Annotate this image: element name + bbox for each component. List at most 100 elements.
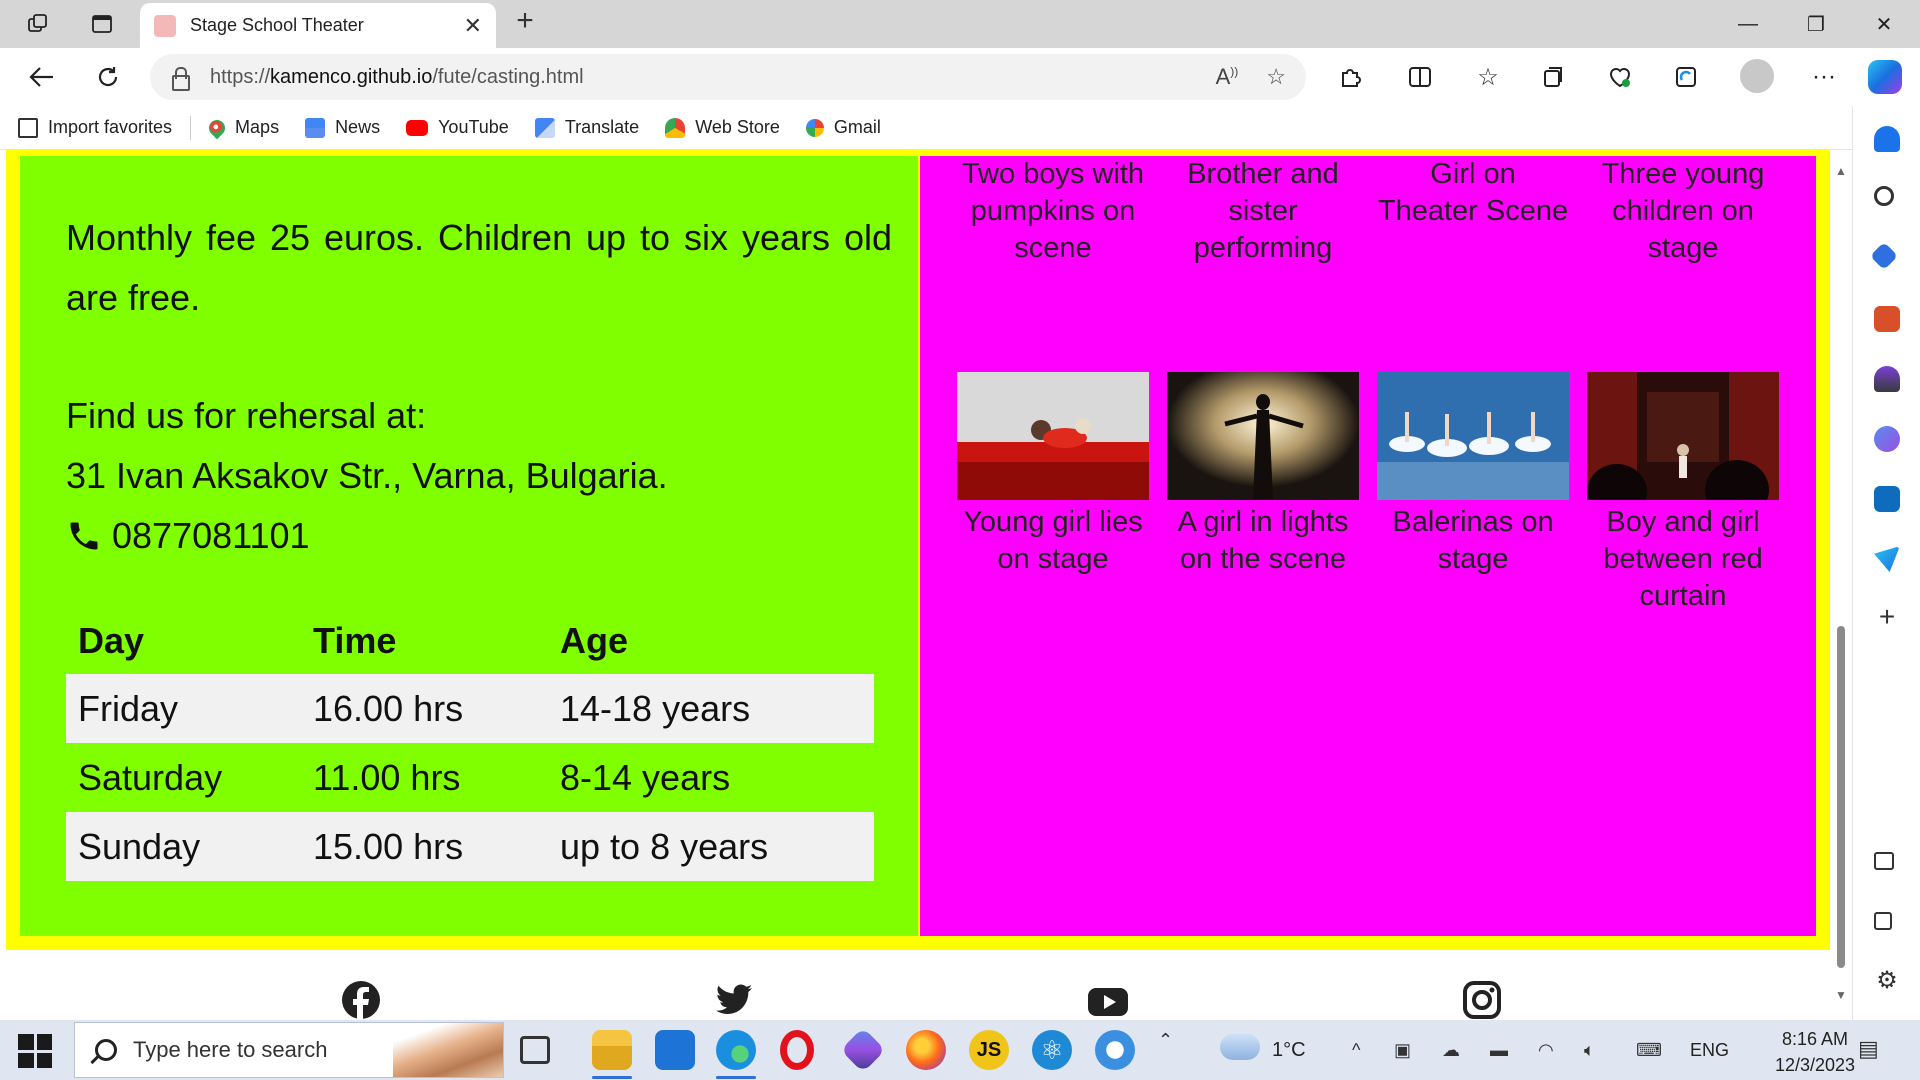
gallery-image-young-girl-lies[interactable] xyxy=(957,372,1149,500)
tools-icon[interactable] xyxy=(1874,306,1900,332)
favorite-gmail[interactable]: Gmail xyxy=(805,117,881,138)
edge-browser-icon[interactable] xyxy=(716,1030,756,1070)
search-icon[interactable] xyxy=(1874,186,1894,206)
workspaces-icon[interactable] xyxy=(14,0,62,48)
close-tab-icon[interactable]: ✕ xyxy=(464,13,482,39)
notifications-bell-icon[interactable] xyxy=(1874,126,1900,152)
gallery-caption: A girl in lights on the scene xyxy=(1177,506,1349,575)
youtube-icon[interactable] xyxy=(1088,980,1128,1020)
hide-sidebar-icon[interactable] xyxy=(1874,852,1894,870)
show-hidden-icons-chevron-icon[interactable]: ⌃ xyxy=(1158,1030,1173,1051)
keyboard-icon[interactable]: ⌨ xyxy=(1636,1040,1662,1061)
javascript-app-icon[interactable]: JS xyxy=(969,1030,1009,1070)
mail-icon[interactable] xyxy=(655,1030,695,1070)
meet-now-icon[interactable]: ▣ xyxy=(1394,1040,1411,1061)
favorite-web-store[interactable]: Web Store xyxy=(665,117,780,138)
copilot-icon[interactable] xyxy=(1868,60,1902,94)
outlook-icon[interactable] xyxy=(1874,486,1900,512)
opera-icon[interactable] xyxy=(780,1030,814,1070)
favorite-news[interactable]: News xyxy=(305,117,380,138)
back-icon[interactable] xyxy=(22,57,62,97)
cell-age: 8-14 years xyxy=(560,756,731,798)
lock-icon[interactable] xyxy=(170,66,190,91)
gallery-caption: Boy and girl between red curtain xyxy=(1603,506,1763,612)
microsoft-365-icon[interactable] xyxy=(1874,426,1900,452)
phone-row[interactable]: 0877081101 xyxy=(66,506,310,566)
scrollbar-thumb[interactable] xyxy=(1837,626,1845,968)
weather-cloud-icon[interactable] xyxy=(1220,1034,1260,1060)
edge-sidebar: + ⚙ xyxy=(1852,106,1920,1020)
facebook-icon[interactable] xyxy=(341,980,381,1020)
fee-text: Monthly fee 25 euros. Children up to six… xyxy=(66,217,892,318)
weather-temperature[interactable]: 1°C xyxy=(1272,1039,1306,1062)
favorite-label: News xyxy=(335,117,381,137)
microsoft-365-taskbar-icon[interactable] xyxy=(840,1027,886,1073)
read-aloud-icon[interactable]: A)) xyxy=(1216,64,1239,90)
start-windows-icon[interactable] xyxy=(18,1034,52,1068)
close-window-button[interactable]: ✕ xyxy=(1850,0,1918,48)
restore-button[interactable]: ❐ xyxy=(1782,0,1850,48)
gmail-icon xyxy=(805,118,824,137)
gallery-image-balerinas[interactable] xyxy=(1377,372,1569,500)
language-indicator[interactable]: ENG xyxy=(1690,1040,1729,1061)
address-bar[interactable]: https://kamenco.github.io/fute/casting.h… xyxy=(150,54,1306,100)
volume-icon[interactable]: 🔈︎ xyxy=(1584,1040,1595,1061)
favorite-label: Web Store xyxy=(695,117,780,137)
gallery-image-girl-in-lights[interactable] xyxy=(1167,372,1359,500)
vertical-tabs-icon[interactable] xyxy=(78,0,126,48)
taskbar-search-placeholder: Type here to search xyxy=(133,1037,328,1062)
shopping-tag-icon[interactable] xyxy=(1869,241,1899,271)
page-scrollbar[interactable]: ▲ ▼ xyxy=(1830,150,1852,1020)
favorite-youtube[interactable]: YouTube xyxy=(406,117,509,138)
wifi-icon[interactable]: ◠ xyxy=(1538,1040,1554,1061)
send-icon[interactable] xyxy=(1874,546,1900,572)
file-explorer-icon[interactable] xyxy=(592,1030,632,1070)
gallery-caption: Two boys with pumpkins on scene xyxy=(961,158,1145,264)
open-external-icon[interactable] xyxy=(1874,912,1892,930)
phone-number[interactable]: 0877081101 xyxy=(112,506,310,566)
tab-strip: Stage School Theater ✕ + — ❐ ✕ xyxy=(0,0,1920,48)
active-app-indicator xyxy=(716,1076,756,1079)
instagram-icon[interactable] xyxy=(1462,980,1502,1020)
games-icon[interactable] xyxy=(1874,366,1900,392)
battery-icon[interactable]: ▬ xyxy=(1490,1040,1508,1061)
favorite-translate[interactable]: Translate xyxy=(534,117,639,138)
task-view-icon[interactable] xyxy=(520,1036,550,1064)
notifications-icon[interactable]: ▤ xyxy=(1858,1036,1879,1062)
favorite-label: Gmail xyxy=(833,117,881,137)
favorite-maps[interactable]: Maps xyxy=(205,116,279,139)
performance-icon[interactable] xyxy=(1666,57,1706,97)
taskbar-search-input[interactable]: Type here to search xyxy=(74,1022,504,1078)
add-sidebar-app-icon[interactable]: + xyxy=(1874,603,1900,631)
header-age: Age xyxy=(560,620,629,661)
footer xyxy=(0,950,1830,1020)
new-tab-button[interactable]: + xyxy=(505,4,545,38)
extensions-icon[interactable] xyxy=(1330,57,1370,97)
gallery-image-boy-and-girl-curtain[interactable] xyxy=(1587,372,1779,500)
url-text[interactable]: https://kamenco.github.io/fute/casting.h… xyxy=(210,66,1188,89)
twitter-icon[interactable] xyxy=(714,980,754,1020)
minimize-button[interactable]: — xyxy=(1714,0,1782,48)
profile-avatar[interactable] xyxy=(1740,59,1774,93)
onedrive-icon[interactable]: ☁ xyxy=(1442,1040,1460,1061)
scroll-down-icon[interactable]: ▼ xyxy=(1835,988,1847,1002)
sidebar-settings-gear-icon[interactable]: ⚙ xyxy=(1874,968,1900,994)
favorites-icon[interactable]: ☆ xyxy=(1468,57,1508,97)
react-icon[interactable]: ⚛ xyxy=(1032,1030,1072,1070)
more-options-icon[interactable]: ··· xyxy=(1804,57,1844,97)
browser-essentials-icon[interactable] xyxy=(1600,57,1640,97)
scroll-up-icon[interactable]: ▲ xyxy=(1835,164,1847,178)
cell-time: 11.00 hrs xyxy=(313,756,461,798)
favorite-import[interactable]: Import favorites xyxy=(18,117,172,138)
firefox-icon[interactable] xyxy=(906,1030,946,1070)
vpn-globe-icon[interactable] xyxy=(1095,1030,1135,1070)
cell-age: up to 8 years xyxy=(548,812,874,881)
tab-stage-school-theater[interactable]: Stage School Theater ✕ xyxy=(140,3,496,48)
refresh-icon[interactable] xyxy=(88,57,128,97)
tray-chevron-up-icon[interactable]: ^ xyxy=(1352,1040,1360,1061)
gallery-caption: Girl on Theater Scene xyxy=(1377,158,1569,227)
collections-icon[interactable] xyxy=(1534,57,1574,97)
favorite-star-icon[interactable]: ☆ xyxy=(1266,64,1286,90)
table-row: Sunday 15.00 hrs up to 8 years xyxy=(66,812,874,881)
split-screen-icon[interactable] xyxy=(1400,57,1440,97)
